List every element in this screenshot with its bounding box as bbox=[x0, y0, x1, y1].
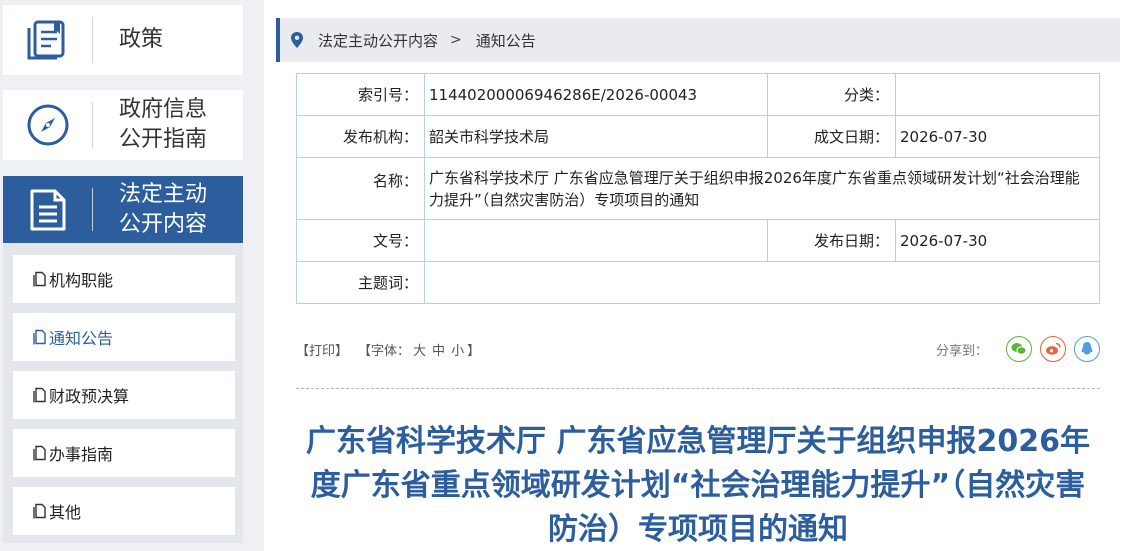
breadcrumb-separator: > bbox=[450, 32, 462, 48]
subnav-label: 其他 bbox=[49, 503, 82, 522]
index-value: 11440200006946286E/2026-00043 bbox=[424, 73, 768, 116]
nav-tile-label: 政策 bbox=[119, 27, 164, 52]
nav-tile-label: 政府信息 公开指南 bbox=[119, 97, 208, 152]
nav-tile-policy[interactable]: 政策 bbox=[3, 5, 243, 75]
publisher-value: 韶关市科学技术局 bbox=[424, 115, 768, 158]
subnav-item-service-guide[interactable]: 办事指南 bbox=[13, 429, 235, 477]
subnav-item-budget[interactable]: 财政预决算 bbox=[13, 371, 235, 419]
font-size-suffix: 】 bbox=[467, 343, 481, 359]
publisher-label: 发布机构： bbox=[296, 115, 425, 158]
keywords-value bbox=[424, 261, 1100, 304]
created-date-value: 2026-07-30 bbox=[895, 115, 1100, 158]
nav-tile-disclosure-guide[interactable]: 政府信息 公开指南 bbox=[3, 90, 243, 160]
nav-tile-statutory-disclosure[interactable]: 法定主动 公开内容 bbox=[3, 176, 243, 243]
published-date-label: 发布日期： bbox=[767, 219, 896, 262]
font-size-small[interactable]: 小 bbox=[451, 344, 464, 359]
article-title: 广东省科学技术厅 广东省应急管理厅关于组织申报2026年度广东省重点领域研发计划… bbox=[306, 424, 1090, 547]
wechat-share-icon[interactable] bbox=[1006, 336, 1032, 362]
font-size-large[interactable]: 大 bbox=[413, 344, 426, 359]
article-toolbar: 【打印】 【字体：大中小】 分享到： bbox=[296, 334, 1100, 364]
qq-share-icon[interactable] bbox=[1074, 336, 1100, 362]
share-label: 分享到： bbox=[935, 343, 988, 359]
doc-icon bbox=[33, 329, 46, 345]
subnav-label: 通知公告 bbox=[49, 329, 114, 348]
name-value: 广东省科学技术厅 广东省应急管理厅关于组织申报2026年度广东省重点领域研发计划… bbox=[424, 157, 1100, 220]
subnav-item-other[interactable]: 其他 bbox=[13, 487, 235, 535]
share-bar: 分享到： bbox=[936, 336, 1100, 362]
font-size-prefix: 【字体： bbox=[358, 343, 411, 359]
subnav-panel: 机构职能 通知公告 财政预决算 办事指南 其他 bbox=[3, 243, 243, 543]
docno-label: 文号： bbox=[296, 219, 425, 262]
published-date-value: 2026-07-30 bbox=[895, 219, 1100, 262]
document-lines-icon bbox=[3, 176, 93, 243]
docno-value bbox=[424, 219, 768, 262]
subnav-label: 机构职能 bbox=[49, 271, 114, 290]
compass-icon bbox=[3, 90, 93, 160]
name-label: 名称： bbox=[296, 157, 425, 220]
doc-icon bbox=[33, 445, 46, 461]
document-meta-table: 索引号： 11440200006946286E/2026-00043 分类： 发… bbox=[296, 73, 1100, 304]
subnav-item-notices[interactable]: 通知公告 bbox=[13, 313, 235, 361]
doc-icon bbox=[33, 503, 46, 519]
keywords-label: 主题词： bbox=[296, 261, 425, 304]
created-date-label: 成文日期： bbox=[767, 115, 896, 158]
category-value bbox=[895, 73, 1100, 116]
category-label: 分类： bbox=[767, 73, 896, 116]
doc-icon bbox=[33, 271, 46, 287]
weibo-share-icon[interactable] bbox=[1040, 336, 1066, 362]
subnav-item-functions[interactable]: 机构职能 bbox=[13, 255, 235, 303]
breadcrumb: 法定主动公开内容 > 通知公告 bbox=[276, 18, 1120, 62]
divider bbox=[296, 388, 1100, 389]
font-size-medium[interactable]: 中 bbox=[432, 344, 445, 359]
doc-icon bbox=[33, 387, 46, 403]
main-content: 法定主动公开内容 > 通知公告 索引号： 11440200006946286E/… bbox=[264, 0, 1148, 551]
index-label: 索引号： bbox=[296, 73, 425, 116]
location-pin-icon bbox=[291, 32, 303, 48]
print-link[interactable]: 【打印】 bbox=[296, 340, 348, 359]
font-size-control: 【字体：大中小】 bbox=[358, 340, 480, 359]
subnav-label: 办事指南 bbox=[49, 445, 114, 464]
document-stack-icon bbox=[3, 5, 93, 75]
subnav-label: 财政预决算 bbox=[49, 387, 130, 406]
left-sidebar: 政策 政府信息 公开指南 法定主动 公开内容 机构职能 通知公告 财政预决算 办… bbox=[0, 0, 246, 551]
nav-tile-label: 法定主动 公开内容 bbox=[119, 181, 208, 237]
breadcrumb-current-link[interactable]: 通知公告 bbox=[476, 30, 536, 51]
breadcrumb-parent-link[interactable]: 法定主动公开内容 bbox=[318, 30, 438, 51]
